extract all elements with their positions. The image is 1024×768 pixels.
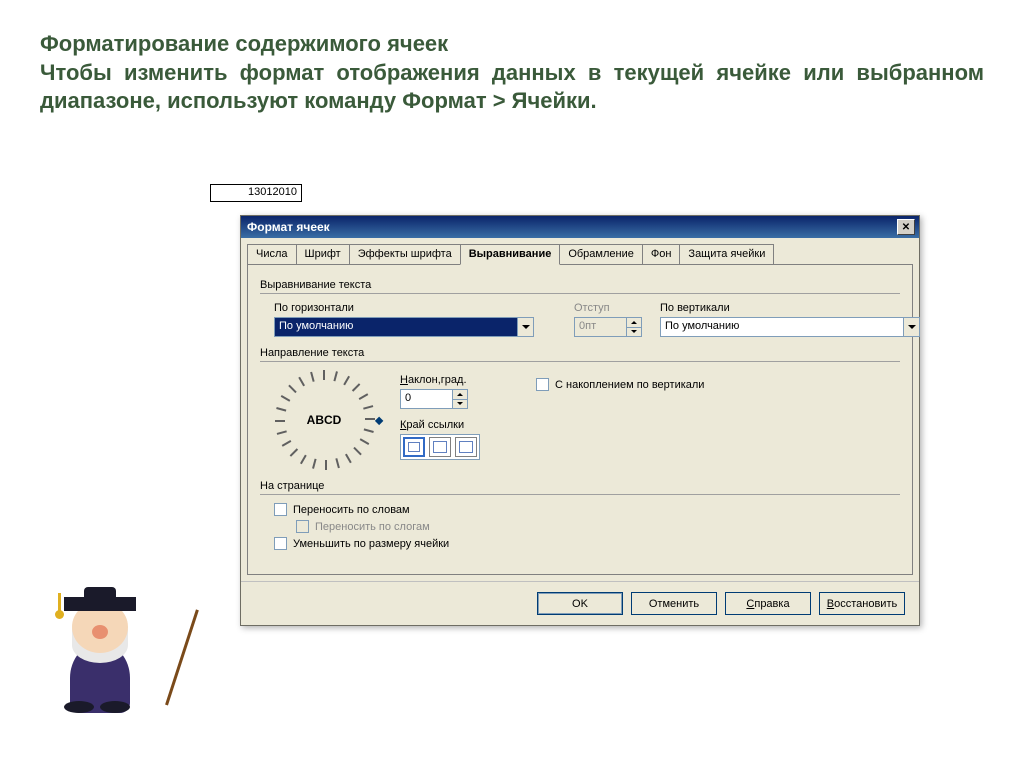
dialog-button-row: OK Отменить Справка Восстановить <box>241 581 919 625</box>
tab-font-effects[interactable]: Эффекты шрифта <box>349 244 461 264</box>
ref-edge-icon-3[interactable] <box>455 437 477 457</box>
ref-edge-icon-2[interactable] <box>429 437 451 457</box>
dropdown-value: По умолчанию <box>275 318 517 336</box>
label-stacked: С накоплением по вертикали <box>555 379 704 391</box>
tab-panel-alignment: Выравнивание текста По горизонтали По ум… <box>247 264 913 575</box>
chevron-down-icon[interactable] <box>903 318 919 336</box>
dropdown-value: По умолчанию <box>661 318 903 336</box>
dropdown-vertical[interactable]: По умолчанию <box>660 317 920 337</box>
tab-protection[interactable]: Защита ячейки <box>679 244 774 264</box>
group-label: На странице <box>260 480 900 494</box>
group-label: Выравнивание текста <box>260 279 900 293</box>
label-wrap: Переносить по словам <box>293 504 410 516</box>
label-hyphenate: Переносить по слогам <box>315 521 430 533</box>
spinner-angle[interactable]: 0 <box>400 389 468 409</box>
ok-button[interactable]: OK <box>537 592 623 615</box>
group-text-alignment: Выравнивание текста По горизонтали По ум… <box>260 279 900 337</box>
checkbox-wrap[interactable] <box>274 503 287 516</box>
close-icon[interactable]: ✕ <box>897 219 915 235</box>
checkbox-hyphenate <box>296 520 309 533</box>
tab-alignment[interactable]: Выравнивание <box>460 244 561 265</box>
label-horizontal: По горизонтали <box>274 302 556 314</box>
label-indent: Отступ <box>574 302 642 314</box>
checkbox-shrink[interactable] <box>274 537 287 550</box>
label-vertical: По вертикали <box>660 302 900 314</box>
dropdown-horizontal[interactable]: По умолчанию <box>274 317 534 337</box>
dial-text: ABCD <box>307 413 342 427</box>
cancel-button[interactable]: Отменить <box>631 592 717 615</box>
format-cells-dialog: Формат ячеек ✕ Числа Шрифт Эффекты шрифт… <box>240 215 920 626</box>
rotation-dial[interactable]: ABCD <box>274 370 374 470</box>
chevron-down-icon[interactable] <box>517 318 533 336</box>
tab-font[interactable]: Шрифт <box>296 244 350 264</box>
label-shrink: Уменьшить по размеру ячейки <box>293 538 449 550</box>
reference-edge-picker[interactable] <box>400 434 480 460</box>
spinner-value: 0 <box>401 390 452 408</box>
reset-button[interactable]: Восстановить <box>819 592 905 615</box>
dialog-title: Формат ячеек <box>247 220 330 234</box>
dialog-titlebar[interactable]: Формат ячеек ✕ <box>241 216 919 238</box>
professor-illustration <box>30 543 170 713</box>
tab-borders[interactable]: Обрамление <box>559 244 643 264</box>
label-angle: Наклон,град. <box>400 374 480 386</box>
stepper-up-icon <box>626 318 641 328</box>
spreadsheet-cell[interactable]: 13012010 <box>210 184 302 202</box>
stepper-down-icon[interactable] <box>452 400 467 409</box>
stepper-down-icon <box>626 328 641 337</box>
help-button[interactable]: Справка <box>725 592 811 615</box>
slide-title: Форматирование содержимого ячеекЧтобы из… <box>40 30 984 116</box>
spinner-indent: 0пт <box>574 317 642 337</box>
group-text-direction: Направление текста ABCD Наклон,град. 0 <box>260 347 900 470</box>
tab-background[interactable]: Фон <box>642 244 681 264</box>
ref-edge-icon-1[interactable] <box>403 437 425 457</box>
group-label: Направление текста <box>260 347 900 361</box>
group-on-page: На странице Переносить по словам Перенос… <box>260 480 900 550</box>
dial-indicator-icon <box>375 417 383 425</box>
stepper-up-icon[interactable] <box>452 390 467 400</box>
tab-numbers[interactable]: Числа <box>247 244 297 264</box>
checkbox-stacked[interactable] <box>536 378 549 391</box>
spinner-value: 0пт <box>575 318 626 336</box>
tab-bar: Числа Шрифт Эффекты шрифта Выравнивание … <box>241 238 919 264</box>
label-reference-edge: Край ссылки <box>400 419 480 431</box>
